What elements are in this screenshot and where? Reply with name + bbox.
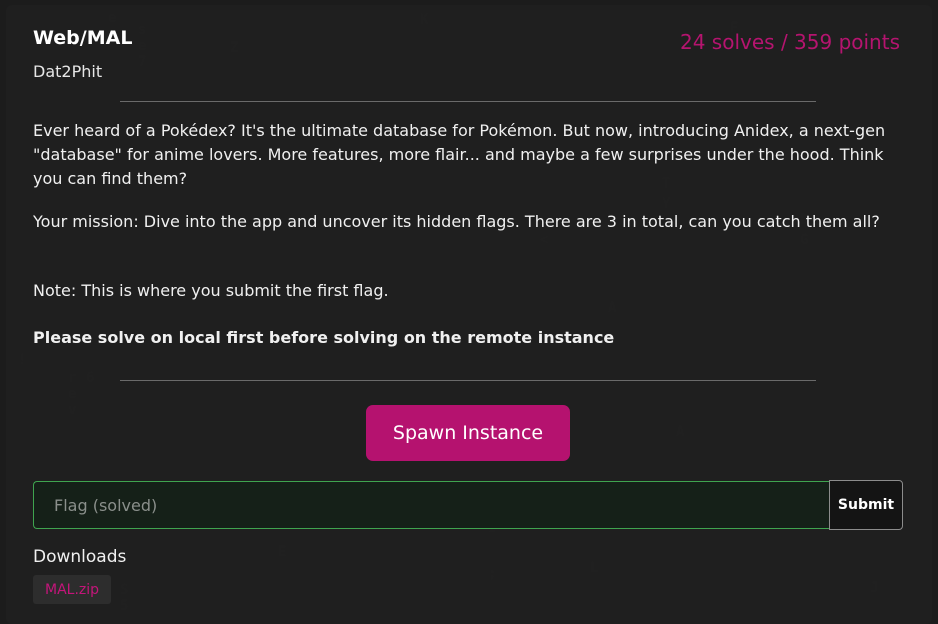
bottom-divider	[120, 380, 816, 381]
spawn-instance-button[interactable]: Spawn Instance	[366, 405, 570, 461]
challenge-card	[6, 5, 932, 624]
solves-points-stats: 24 solves / 359 points	[680, 30, 900, 54]
submit-button[interactable]: Submit	[829, 480, 903, 530]
challenge-title: Web/MAL	[33, 27, 133, 49]
download-file-link[interactable]: MAL.zip	[33, 575, 112, 604]
flag-submit-row: Submit	[33, 480, 903, 531]
local-first-notice: Please solve on local first before solvi…	[33, 328, 615, 347]
description-note: Note: This is where you submit the first…	[33, 281, 389, 300]
challenge-author: Dat2Phit	[33, 62, 103, 81]
description-paragraph-1: Ever heard of a Pokédex? It's the ultima…	[33, 121, 886, 188]
challenge-page: e s e 7 Z K F T Y D G < A A r e 6 v ! E …	[0, 0, 938, 624]
description-paragraph-2: Your mission: Dive into the app and unco…	[33, 212, 880, 231]
flag-input[interactable]	[33, 481, 829, 529]
top-divider	[120, 101, 816, 102]
downloads-label: Downloads	[33, 547, 127, 567]
